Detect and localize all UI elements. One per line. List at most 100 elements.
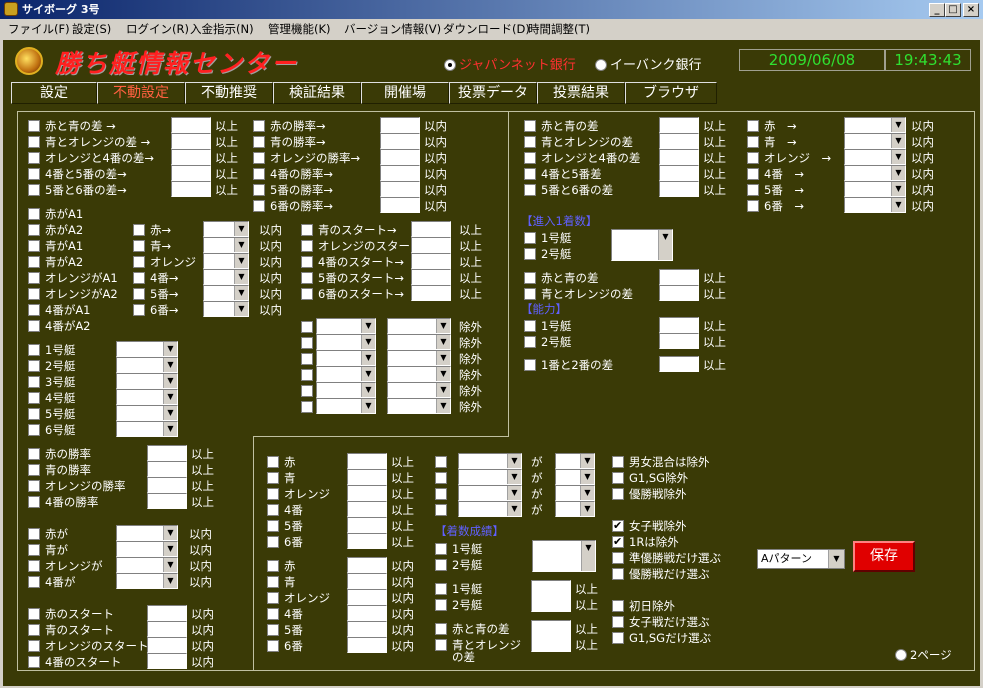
input-box[interactable] [411,253,451,269]
checkbox[interactable] [524,232,536,244]
checkbox[interactable] [524,359,536,371]
dropdown[interactable]: ▼ [387,382,451,398]
checkbox-row[interactable]: 6番 → [747,198,804,214]
input-box[interactable] [411,269,451,285]
dropdown[interactable]: ▼ [116,389,178,405]
checkbox-row[interactable]: 5番 → [747,182,804,198]
checkbox-row[interactable]: 1号艇 [28,342,75,358]
input-box[interactable] [347,453,387,469]
checkbox-row[interactable]: 青とオレンジの差 [524,134,633,150]
checkbox[interactable] [28,168,40,180]
checkbox[interactable] [301,224,313,236]
checkbox[interactable] [747,152,759,164]
checkbox-row[interactable]: 優勝戦だけ選ぶ [612,566,710,582]
checkbox-row[interactable]: 赤と青の差 [524,118,599,134]
checkbox[interactable] [253,136,265,148]
input-box[interactable] [347,557,387,573]
checkbox-row[interactable]: 赤→ [133,222,171,238]
maximize-button[interactable]: □ [945,3,961,17]
dropdown[interactable]: ▼ [116,557,178,573]
checkbox[interactable] [747,184,759,196]
input-box[interactable] [659,149,699,165]
checkbox-row[interactable]: 青→ [133,238,171,254]
input-box[interactable] [347,621,387,637]
close-button[interactable]: × [963,3,979,17]
input-box[interactable] [171,181,211,197]
dropdown[interactable]: ▼ [555,485,595,501]
checkbox-row[interactable]: 女子戦除外 [612,518,687,534]
checkbox-row[interactable]: 2号艇 [435,597,482,613]
checkbox-row[interactable]: 青がA2 [28,254,83,270]
checkbox-row[interactable]: 5番→ [133,286,178,302]
menu-deposit[interactable]: 入金指示(N) [190,20,254,39]
checkbox[interactable] [253,152,265,164]
input-box[interactable] [147,637,187,653]
checkbox[interactable] [28,304,40,316]
checkbox-row[interactable]: 赤のスタート [28,606,114,622]
checkbox[interactable] [28,288,40,300]
menu-file[interactable]: ファイル(F) [8,20,70,39]
checkbox-row[interactable]: 赤 → [747,118,797,134]
checkbox[interactable] [267,488,279,500]
checkbox-row[interactable]: 青のスタート [28,622,114,638]
checkbox[interactable] [301,369,313,381]
input-box[interactable] [347,485,387,501]
checkbox-row[interactable]: 青 [267,470,296,486]
checkbox-row[interactable]: 4番 [267,502,303,518]
checkbox[interactable] [612,472,624,484]
checkbox-row[interactable]: 6番の勝率→ [253,198,333,214]
checkbox[interactable] [28,608,40,620]
dropdown[interactable]: ▼ [387,366,451,382]
checkbox-row[interactable]: 青が [28,542,68,558]
checkbox-row[interactable]: 赤の勝率 [28,446,91,462]
checkbox[interactable] [28,544,40,556]
input-box[interactable] [659,356,699,372]
checkbox[interactable] [301,240,313,252]
dropdown[interactable]: ▼ [203,301,249,317]
checkbox-row[interactable]: 女子戦だけ選ぶ [612,614,710,630]
input-box[interactable] [531,620,571,652]
checkbox-row[interactable]: 5番 [267,518,303,534]
input-box[interactable] [171,165,211,181]
input-box[interactable] [147,493,187,509]
dropdown[interactable]: ▼ [387,318,451,334]
dropdown[interactable]: ▼ [203,237,249,253]
checkbox-row[interactable]: 6番 [267,638,303,654]
checkbox[interactable] [28,480,40,492]
checkbox-row[interactable]: 赤がA1 [28,206,83,222]
menu-time[interactable]: 時間調整(T) [528,20,590,39]
checkbox[interactable] [28,448,40,460]
dropdown[interactable]: ▼ [844,165,906,181]
checkbox-row[interactable]: 4番と5番差 [524,166,602,182]
checkbox[interactable] [28,240,40,252]
checkbox[interactable] [267,592,279,604]
checkbox-row[interactable]: オレンジと4番の差 [524,150,640,166]
input-box[interactable] [347,573,387,589]
checkbox-row[interactable]: 赤の勝率→ [253,118,326,134]
dropdown[interactable]: ▼ [203,285,249,301]
checkbox-row[interactable]: 4番と5番の差→ [28,166,127,182]
checkbox[interactable] [747,120,759,132]
checkbox-row[interactable]: 4番のスタート [28,654,121,670]
pattern-select[interactable]: Aパターン ▼ [757,549,845,569]
checkbox-row[interactable]: 男女混合は除外 [612,454,710,470]
checkbox-row[interactable]: 5番の勝率→ [253,182,333,198]
checkbox-row[interactable]: 赤 [267,558,296,574]
dropdown[interactable]: ▼ [611,229,673,261]
input-box[interactable] [147,653,187,669]
input-box[interactable] [347,589,387,605]
checkbox[interactable] [28,624,40,636]
checkbox-row[interactable]: 4番が [28,574,75,590]
input-box[interactable] [147,605,187,621]
checkbox-row[interactable]: 5番と6番の差→ [28,182,127,198]
input-box[interactable] [380,197,420,213]
checkbox[interactable] [28,120,40,132]
checkbox[interactable] [612,518,624,534]
checkbox-row[interactable]: オレンジの勝率→ [253,150,360,166]
tab-fudo-recommend[interactable]: 不動推奨 [185,82,273,104]
checkbox[interactable] [267,576,279,588]
checkbox-row[interactable]: 4番 [267,606,303,622]
checkbox[interactable] [253,168,265,180]
checkbox[interactable] [524,152,536,164]
checkbox-row[interactable]: オレンジ [267,590,330,606]
